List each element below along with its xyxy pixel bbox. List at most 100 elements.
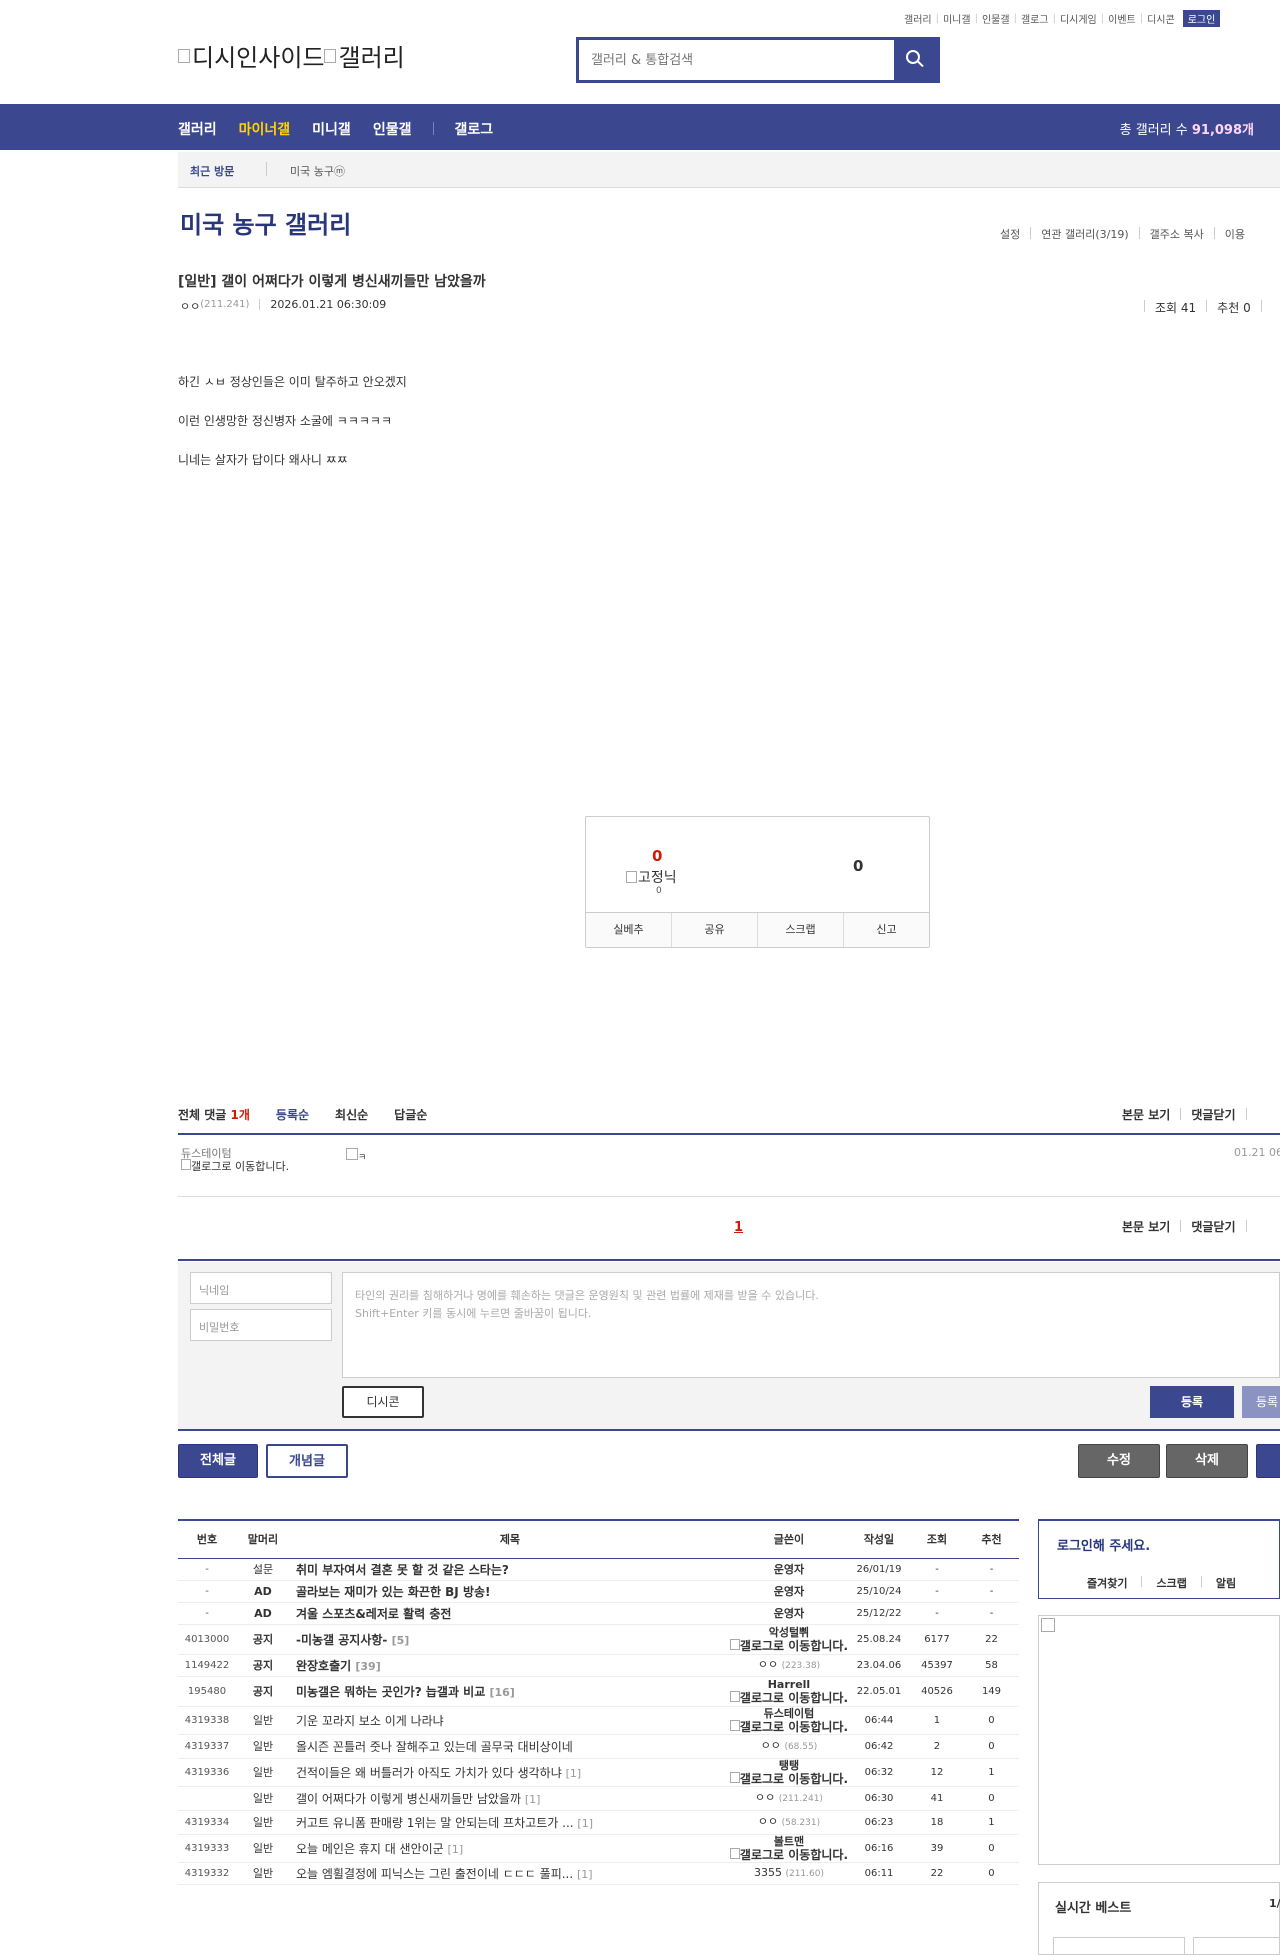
nav-minigall[interactable]: 미니갤 [312, 119, 351, 139]
post-subject-text[interactable]: 오늘 메인은 휴지 대 샌안이군 [296, 1842, 444, 1856]
best-tab-1[interactable] [1053, 1937, 1185, 1955]
scrap-button[interactable]: 스크랩 [758, 913, 844, 947]
post-writer[interactable]: 운영자 [729, 1602, 849, 1625]
writer-name[interactable]: ㅇㅇ [758, 1658, 778, 1671]
gallog-link[interactable]: 갤로그로 이동합니다. [729, 1771, 848, 1785]
post-subject[interactable]: 겨울 스포츠&레저로 활력 충전 [289, 1602, 730, 1625]
table-row[interactable]: - AD 겨울 스포츠&레저로 활력 충전 운영자 25/12/22- - [178, 1602, 1019, 1625]
recent-visit-item[interactable]: 미국 농구ⓜ [290, 163, 345, 179]
util-link-game[interactable]: 디시게임 [1060, 11, 1097, 26]
search-input[interactable] [579, 40, 894, 80]
best-tab-2[interactable] [1193, 1937, 1280, 1955]
table-row[interactable]: 4319333 일반 오늘 메인은 휴지 대 샌안이군 [1] 볼트맨 갤로그로 이동합… [178, 1834, 1019, 1863]
post-writer[interactable]: 듀스테이텀 갤로그로 이동합니다. [729, 1706, 849, 1735]
table-row[interactable]: 4319337 일반 올시즌 꼰틀러 줏나 잘해주고 있는데 골무국 대비상이네 ㅇㅇ… [178, 1734, 1019, 1759]
recent-visit-label[interactable]: 최근 방문 [190, 163, 234, 179]
gallog-link[interactable]: 갤로그로 이동합니다. [729, 1638, 848, 1653]
post-subject[interactable]: 완장호출기 [39] [289, 1654, 730, 1677]
post-subject[interactable]: 취미 부자여서 결혼 못 할 것 같은 스타는? [289, 1558, 730, 1581]
nav-gallog[interactable]: 갤로그 [454, 119, 493, 139]
all-posts-button[interactable]: 전체글 [178, 1444, 258, 1478]
table-row[interactable]: 4319332 일반 오늘 엠휠결정에 피닉스는 그린 출전이네 ㄷㄷㄷ 풀피...… [178, 1862, 1019, 1885]
gallery-title[interactable]: 미국 농구 갤러리 [180, 205, 351, 240]
table-row[interactable]: 4013000 공지 -미농갤 공지사항- [5] 악성털쀠 갤로그로 이동합니다. 25… [178, 1624, 1019, 1655]
post-subject-text[interactable]: 오늘 엠휠결정에 피닉스는 그린 출전이네 ㄷㄷㄷ 풀피... [296, 1867, 573, 1881]
post-subject-text[interactable]: 미농갤은 뭐하는 곳인가? 늡갤과 비교 [296, 1685, 485, 1699]
post-writer[interactable]: ㅇㅇ (68.55) [729, 1734, 849, 1759]
table-row[interactable]: 4319338 일반 기운 꼬라지 보소 이게 나라냐 듀스테이텀 갤로그로 이동합니다… [178, 1706, 1019, 1735]
nav-gallery[interactable]: 갤러리 [178, 119, 217, 139]
post-writer[interactable]: 탱탱 갤로그로 이동합니다. [729, 1758, 849, 1787]
post-writer[interactable]: ㅇㅇ (223.38) [729, 1654, 849, 1677]
nav-minorgall[interactable]: 마이너갤 [239, 119, 291, 139]
gallog-link[interactable]: 갤로그로 이동합니다. [729, 1719, 848, 1733]
comment-textarea[interactable]: 타인의 권리를 침해하거나 명예를 훼손하는 댓글은 운영원칙 및 관련 법률에… [342, 1272, 1280, 1378]
util-link-persongall[interactable]: 인물갤 [982, 11, 1010, 26]
table-row[interactable]: 4319334 일반 커고트 유니폼 판매량 1위는 말 안되는데 프차고트가 ..… [178, 1810, 1019, 1835]
table-row[interactable]: 195480 공지 미농갤은 뭐하는 곳인가? 늡갤과 비교 [16] Harrell… [178, 1676, 1019, 1707]
writer-name[interactable]: 3355 [754, 1866, 782, 1879]
gallery-settings-link[interactable]: 설정 [1000, 226, 1020, 242]
close-comments-link[interactable]: 댓글닫기 [1191, 1218, 1235, 1235]
table-row[interactable]: 4319336 일반 건적이들은 왜 버틀러가 아직도 가치가 있다 생각하냐 [1… [178, 1758, 1019, 1787]
table-row[interactable]: 1149422 공지 완장호출기 [39] ㅇㅇ (223.38) 23.04.06 45… [178, 1654, 1019, 1677]
search-button[interactable] [894, 40, 937, 80]
writer-name[interactable]: 악성털쀠 [730, 1626, 848, 1639]
post-subject-text[interactable]: 커고트 유니폼 판매량 1위는 말 안되는데 프차고트가 ... [296, 1816, 574, 1830]
close-comments-link[interactable]: 댓글닫기 [1191, 1106, 1235, 1123]
writer-name[interactable]: ㅇㅇ [761, 1739, 781, 1752]
fixed-nick-recommend-button[interactable]: 고정닉 [626, 867, 677, 887]
table-row[interactable]: - 설문 취미 부자여서 결혼 못 할 것 같은 스타는? 운영자 26/01/19- - [178, 1558, 1019, 1581]
util-link-gallog[interactable]: 갤로그 [1021, 11, 1049, 26]
view-body-link[interactable]: 본문 보기 [1122, 1106, 1170, 1123]
related-gallery-link[interactable]: 연관 갤러리(3/19) [1041, 226, 1128, 242]
writer-name[interactable]: ㅇㅇ [758, 1815, 778, 1828]
post-subject-text[interactable]: -미농갤 공지사항- [296, 1633, 387, 1647]
post-writer[interactable]: 볼트맨 갤로그로 이동합니다. [729, 1834, 849, 1863]
usage-link[interactable]: 이용 [1225, 226, 1245, 242]
report-button[interactable]: 신고 [844, 913, 929, 947]
post-subject[interactable]: 갤이 어쩌다가 이렇게 병신새끼들만 남았을까 [1] [289, 1786, 730, 1811]
copy-address-link[interactable]: 갤주소 복사 [1150, 226, 1204, 242]
delete-button[interactable]: 삭제 [1166, 1444, 1248, 1478]
post-subject[interactable]: 기운 꼬라지 보소 이게 나라냐 [289, 1706, 730, 1735]
post-subject-text[interactable]: 기운 꼬라지 보소 이게 나라냐 [296, 1714, 444, 1728]
post-subject[interactable]: 오늘 메인은 휴지 대 샌안이군 [1] [289, 1834, 730, 1863]
favorites-link[interactable]: 즐겨찾기 [1087, 1575, 1127, 1591]
post-writer[interactable]: 3355 (211.60) [729, 1862, 849, 1885]
post-subject[interactable]: 올시즌 꼰틀러 줏나 잘해주고 있는데 골무국 대비상이네 [289, 1734, 730, 1759]
util-link-event[interactable]: 이벤트 [1108, 11, 1136, 26]
nav-persongall[interactable]: 인물갤 [373, 119, 412, 139]
login-button[interactable]: 로그인 [1182, 10, 1221, 27]
gallog-link[interactable]: 갤로그로 이동합니다. [729, 1847, 848, 1861]
writer-name[interactable]: 운영자 [774, 1563, 804, 1576]
post-writer[interactable]: 운영자 [729, 1580, 849, 1603]
writer-name[interactable]: 볼트맨 [730, 1835, 848, 1848]
sort-replies[interactable]: 답글순 [394, 1106, 427, 1123]
best-recommend-button[interactable]: 실베추 [586, 913, 672, 947]
gallog-link[interactable]: 갤로그로 이동합니다. [729, 1690, 848, 1705]
post-writer[interactable]: 운영자 [729, 1558, 849, 1581]
writer-name[interactable]: Harrell [730, 1678, 848, 1691]
post-subject[interactable]: 골라보는 재미가 있는 화끈한 BJ 방송! [289, 1580, 730, 1603]
nickname-field[interactable]: 닉네임 [190, 1272, 332, 1304]
post-author[interactable]: ㅇㅇ [180, 298, 200, 314]
post-writer[interactable]: Harrell 갤로그로 이동합니다. [729, 1676, 849, 1707]
view-body-link[interactable]: 본문 보기 [1122, 1218, 1170, 1235]
comment-submit-button[interactable]: 등록 [1150, 1386, 1234, 1418]
edit-button[interactable]: 수정 [1078, 1444, 1160, 1478]
post-subject[interactable]: -미농갤 공지사항- [5] [289, 1624, 730, 1655]
post-subject[interactable]: 건적이들은 왜 버틀러가 아직도 가치가 있다 생각하냐 [1] [289, 1758, 730, 1787]
post-writer[interactable]: ㅇㅇ (58.231) [729, 1810, 849, 1835]
post-subject-text[interactable]: 올시즌 꼰틀러 줏나 잘해주고 있는데 골무국 대비상이네 [296, 1740, 573, 1754]
comment-page-1[interactable]: 1 [734, 1220, 743, 1235]
util-link-gallery[interactable]: 갤러리 [904, 11, 932, 26]
post-subject[interactable]: 미농갤은 뭐하는 곳인가? 늡갤과 비교 [16] [289, 1676, 730, 1707]
writer-name[interactable]: 운영자 [774, 1607, 804, 1620]
post-subject[interactable]: 커고트 유니폼 판매량 1위는 말 안되는데 프차고트가 ... [1] [289, 1810, 730, 1835]
post-subject-text[interactable]: 겨울 스포츠&레저로 활력 충전 [296, 1607, 451, 1621]
side-banner[interactable] [1038, 1615, 1280, 1865]
scrap-link[interactable]: 스크랩 [1156, 1575, 1186, 1591]
writer-name[interactable]: 듀스테이텀 [730, 1707, 848, 1720]
sort-registered[interactable]: 등록순 [276, 1106, 309, 1123]
